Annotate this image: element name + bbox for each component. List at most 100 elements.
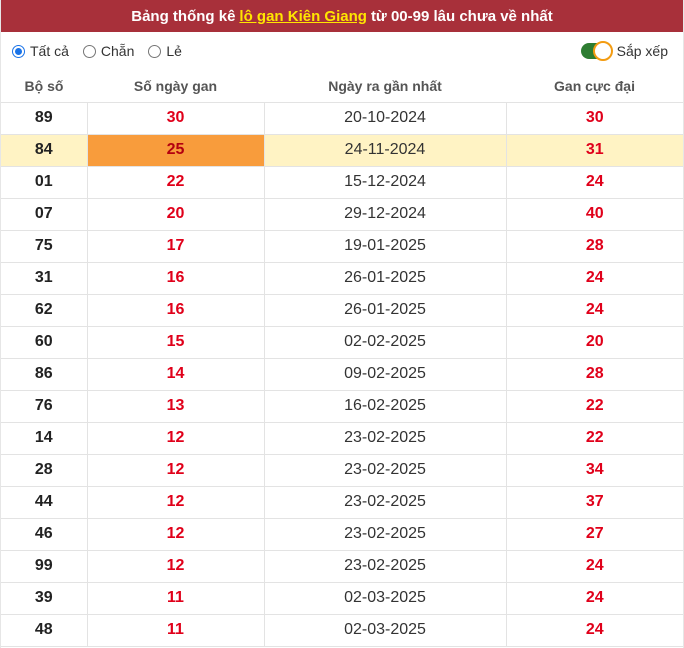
- cell-number: 89: [1, 102, 88, 135]
- col-header-number[interactable]: Bộ số: [1, 70, 87, 103]
- col-header-last-date[interactable]: Ngày ra gần nhất: [264, 70, 506, 103]
- cell-max-days: 20: [506, 326, 683, 359]
- cell-last-date: 26-01-2025: [264, 294, 507, 327]
- cell-days: 22: [87, 166, 265, 199]
- cell-max-days: 24: [506, 614, 683, 647]
- cell-last-date: 23-02-2025: [264, 550, 507, 583]
- sort-label: Sắp xếp: [616, 43, 668, 59]
- toggle-switch-icon[interactable]: [580, 41, 613, 61]
- title-link[interactable]: lô gan Kiên Giang: [239, 8, 367, 25]
- cell-days: 16: [87, 262, 265, 295]
- cell-max-days: 22: [506, 422, 683, 455]
- cell-number: 60: [1, 326, 88, 359]
- stats-widget: Bảng thống kê lô gan Kiên Giang từ 00-99…: [0, 0, 684, 648]
- cell-last-date: 09-02-2025: [264, 358, 507, 391]
- cell-days: 12: [87, 518, 265, 551]
- cell-number: 99: [1, 550, 88, 583]
- radio-icon[interactable]: [82, 44, 96, 58]
- cell-max-days: 24: [506, 550, 683, 583]
- cell-days: 11: [87, 614, 265, 647]
- cell-days: 11: [87, 582, 265, 615]
- cell-max-days: 28: [506, 358, 683, 391]
- cell-last-date: 23-02-2025: [264, 422, 507, 455]
- filter-bar: Tất cả Chẵn Lẻ Sắp xếp: [1, 32, 683, 70]
- cell-number: 76: [1, 390, 88, 423]
- cell-number: 39: [1, 582, 88, 615]
- sort-toggle[interactable]: Sắp xếp: [580, 41, 668, 61]
- cell-days: 25: [87, 134, 265, 167]
- cell-max-days: 24: [506, 582, 683, 615]
- title-suffix: từ 00-99 lâu chưa về nhất: [370, 7, 553, 25]
- table-row: 07 20 29-12-2024 40: [1, 198, 683, 231]
- cell-last-date: 23-02-2025: [264, 486, 507, 519]
- stats-table: Bộ số Số ngày gan Ngày ra gần nhất Gan c…: [1, 70, 683, 647]
- table-row: 62 16 26-01-2025 24: [1, 294, 683, 327]
- table-row: 14 12 23-02-2025 22: [1, 422, 683, 455]
- cell-max-days: 37: [506, 486, 683, 519]
- col-header-max[interactable]: Gan cực đại: [506, 70, 683, 103]
- cell-last-date: 20-10-2024: [264, 102, 507, 135]
- cell-last-date: 23-02-2025: [264, 518, 507, 551]
- filter-all-label: Tất cả: [30, 43, 69, 59]
- cell-last-date: 16-02-2025: [264, 390, 507, 423]
- cell-last-date: 02-02-2025: [264, 326, 507, 359]
- cell-max-days: 31: [506, 134, 683, 167]
- cell-max-days: 24: [506, 262, 683, 295]
- cell-number: 46: [1, 518, 88, 551]
- table-row: 89 30 20-10-2024 30: [1, 102, 683, 135]
- cell-days: 12: [87, 486, 265, 519]
- table-row: 39 11 02-03-2025 24: [1, 582, 683, 615]
- table-row: 84 25 24-11-2024 31: [1, 134, 683, 167]
- cell-number: 48: [1, 614, 88, 647]
- radio-icon[interactable]: [148, 44, 162, 58]
- cell-days: 12: [87, 422, 265, 455]
- filter-all-radio[interactable]: Tất cả: [12, 43, 69, 59]
- cell-max-days: 22: [506, 390, 683, 423]
- title-prefix: Bảng thống kê: [131, 7, 236, 25]
- cell-last-date: 23-02-2025: [264, 454, 507, 487]
- cell-number: 62: [1, 294, 88, 327]
- cell-days: 12: [87, 454, 265, 487]
- cell-days: 16: [87, 294, 265, 327]
- cell-days: 20: [87, 198, 265, 231]
- cell-number: 07: [1, 198, 88, 231]
- table-row: 28 12 23-02-2025 34: [1, 454, 683, 487]
- cell-days: 14: [87, 358, 265, 391]
- cell-days: 17: [87, 230, 265, 263]
- cell-last-date: 19-01-2025: [264, 230, 507, 263]
- cell-max-days: 30: [506, 102, 683, 135]
- cell-days: 30: [87, 102, 265, 135]
- table-body: 89 30 20-10-2024 30 84 25 24-11-2024 31 01 22 15-1…: [1, 102, 683, 647]
- table-header-row: Bộ số Số ngày gan Ngày ra gần nhất Gan c…: [1, 70, 683, 103]
- title-bar: Bảng thống kê lô gan Kiên Giang từ 00-99…: [1, 0, 683, 32]
- cell-last-date: 15-12-2024: [264, 166, 507, 199]
- cell-last-date: 02-03-2025: [264, 582, 507, 615]
- table-row: 60 15 02-02-2025 20: [1, 326, 683, 359]
- table-row: 48 11 02-03-2025 24: [1, 614, 683, 647]
- radio-icon[interactable]: [12, 44, 25, 58]
- cell-max-days: 28: [506, 230, 683, 263]
- toggle-knob: [592, 41, 613, 61]
- cell-number: 84: [1, 134, 88, 167]
- table-row: 44 12 23-02-2025 37: [1, 486, 683, 519]
- filter-odd-radio[interactable]: Lẻ: [148, 43, 182, 59]
- cell-last-date: 29-12-2024: [264, 198, 507, 231]
- table-row: 46 12 23-02-2025 27: [1, 518, 683, 551]
- cell-max-days: 34: [506, 454, 683, 487]
- cell-max-days: 40: [506, 198, 683, 231]
- col-header-days[interactable]: Số ngày gan: [87, 70, 264, 103]
- cell-max-days: 24: [506, 294, 683, 327]
- table-row: 99 12 23-02-2025 24: [1, 550, 683, 583]
- cell-days: 15: [87, 326, 265, 359]
- cell-days: 13: [87, 390, 265, 423]
- filter-odd-label: Lẻ: [166, 43, 182, 59]
- table-row: 76 13 16-02-2025 22: [1, 390, 683, 423]
- cell-max-days: 24: [506, 166, 683, 199]
- cell-number: 44: [1, 486, 88, 519]
- cell-number: 75: [1, 230, 88, 263]
- filter-even-radio[interactable]: Chẵn: [82, 43, 134, 59]
- table-row: 75 17 19-01-2025 28: [1, 230, 683, 263]
- cell-last-date: 24-11-2024: [264, 134, 507, 167]
- cell-number: 01: [1, 166, 88, 199]
- table-row: 86 14 09-02-2025 28: [1, 358, 683, 391]
